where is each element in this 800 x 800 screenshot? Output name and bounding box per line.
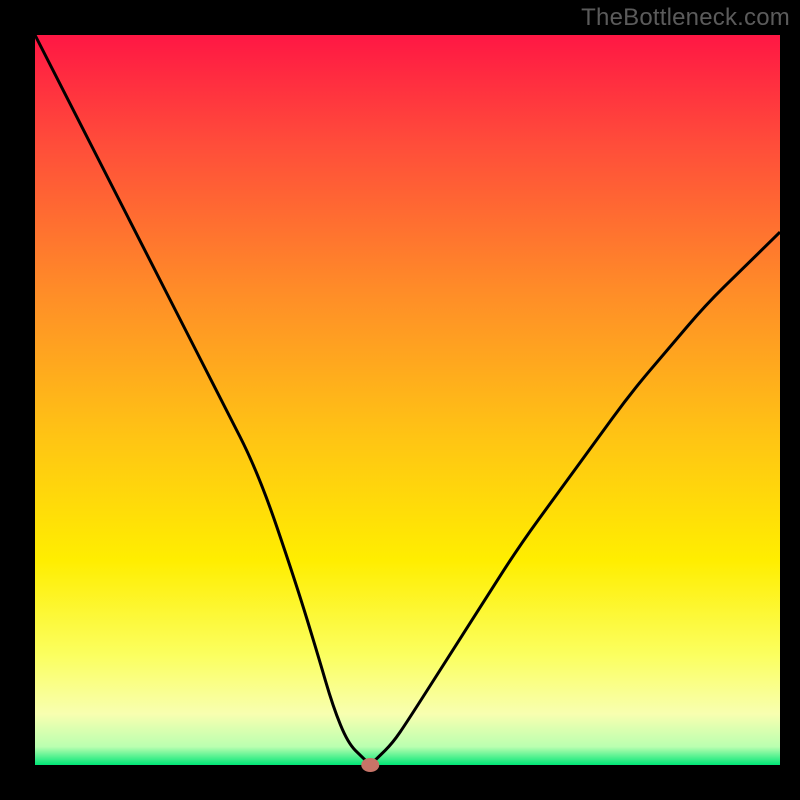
chart-container: TheBottleneck.com [0, 0, 800, 800]
optimal-marker [361, 758, 379, 772]
watermark-text: TheBottleneck.com [581, 4, 790, 32]
plot-background [35, 35, 780, 765]
bottleneck-chart [0, 0, 800, 800]
